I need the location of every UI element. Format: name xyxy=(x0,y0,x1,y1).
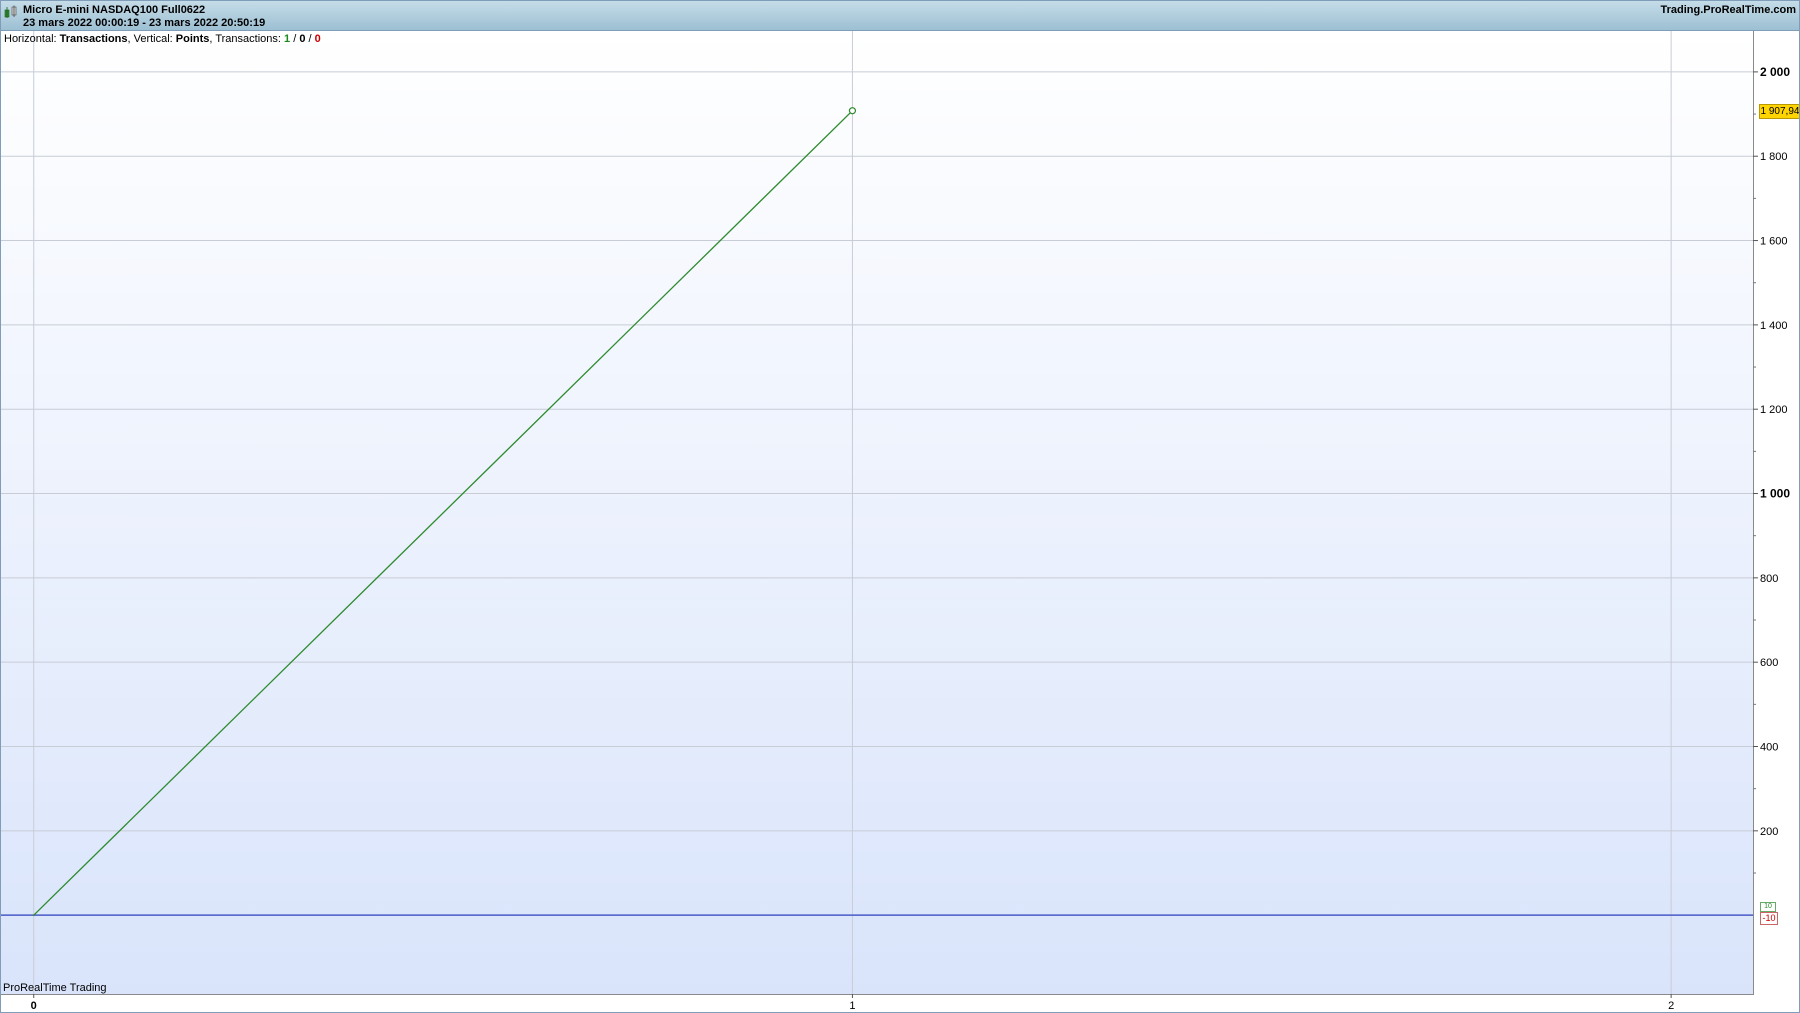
vertical-label: , Vertical: xyxy=(127,33,176,45)
x-tick-label: 1 xyxy=(849,1000,855,1012)
horizontal-label: Horizontal: xyxy=(4,33,60,45)
horizontal-value: Transactions xyxy=(59,33,128,45)
x-tick-label: 2 xyxy=(1668,1000,1674,1012)
count-separator: / xyxy=(305,33,315,45)
equity-curve-line[interactable] xyxy=(33,110,853,916)
y-tick-label: 800 xyxy=(1760,573,1778,585)
positive-marker-badge: 10 xyxy=(1760,902,1776,912)
y-tick-label: 1 200 xyxy=(1760,404,1788,416)
last-point-marker[interactable] xyxy=(848,107,857,115)
last-value-badge: 1 907,94 xyxy=(1759,104,1800,119)
chart-info-line: Horizontal: Transactions, Vertical: Poin… xyxy=(4,33,321,45)
y-tick-label: 400 xyxy=(1760,742,1778,754)
y-tick-label: 1 600 xyxy=(1760,236,1788,248)
y-tick-label: 2 000 xyxy=(1760,65,1790,79)
equity-curve-chart[interactable]: 2004006008001 0001 2001 4001 6001 8002 0… xyxy=(1,1,1800,1013)
y-tick-label: 600 xyxy=(1760,657,1778,669)
chart-window: Micro E-mini NASDAQ100 Full0622 23 mars … xyxy=(0,0,1800,1013)
transactions-label: , Transactions: xyxy=(209,33,285,45)
losing-transactions-count: 0 xyxy=(314,33,321,45)
y-tick-label: 1 000 xyxy=(1760,487,1790,501)
footer-label: ProRealTime Trading xyxy=(3,982,107,994)
negative-marker-badge: -10 xyxy=(1760,912,1778,925)
y-tick-label: 1 800 xyxy=(1760,151,1788,163)
y-tick-label: 1 400 xyxy=(1760,320,1788,332)
count-separator: / xyxy=(290,33,300,45)
y-tick-label: 200 xyxy=(1760,826,1778,838)
vertical-value: Points xyxy=(175,33,210,45)
x-tick-label: 0 xyxy=(31,1000,37,1012)
data-point xyxy=(32,914,35,916)
